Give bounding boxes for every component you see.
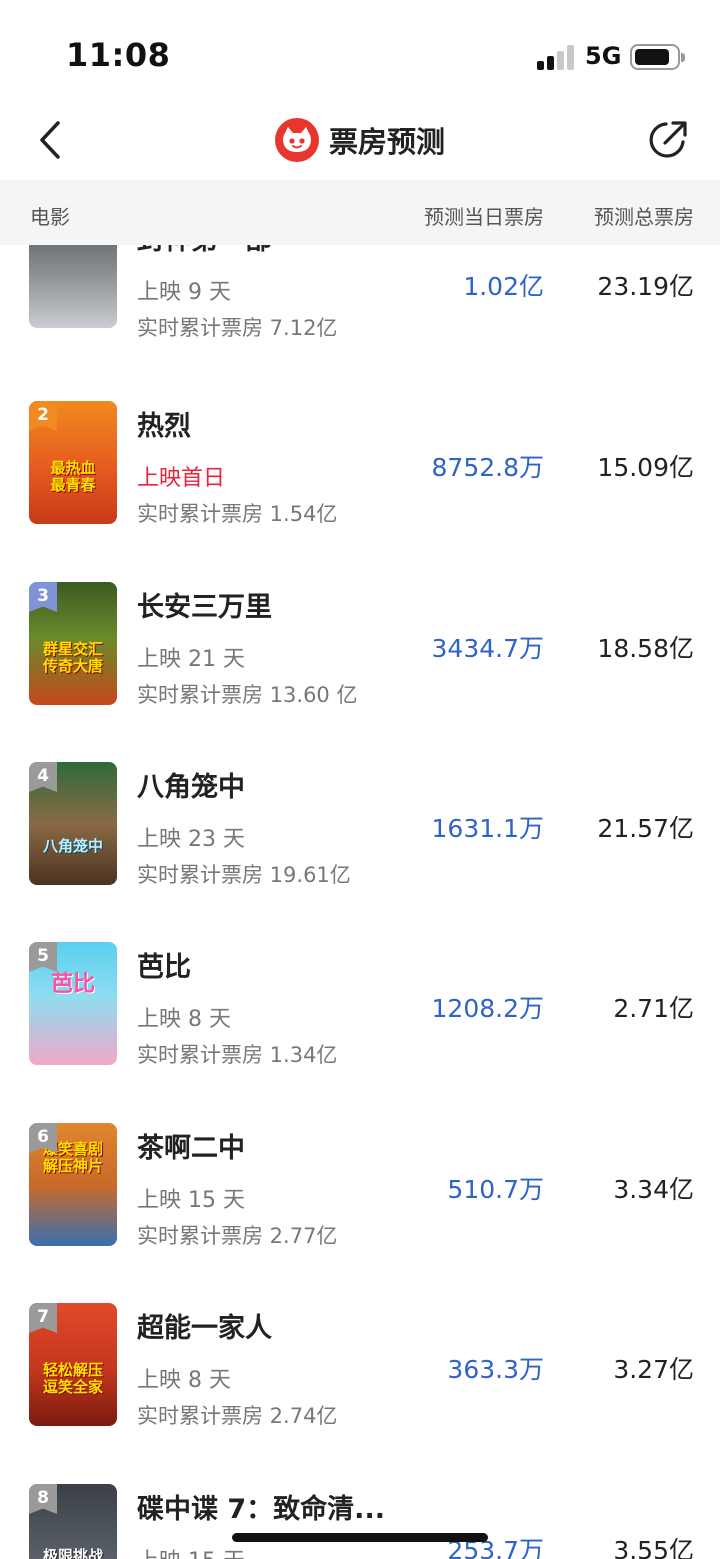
column-movie: 电影 (30, 205, 70, 229)
release-days: 上映 15 天 (137, 1188, 245, 1213)
movie-poster: 最热血 最青春 2 (29, 401, 117, 524)
daily-forecast: 8752.8万 (431, 453, 544, 482)
poster-tagline: 八角笼中 (42, 836, 103, 855)
movie-row[interactable]: 群星交汇 传奇大唐 3 长安三万里 上映 21 天 实时累计票房 13.60 亿… (0, 524, 720, 707)
signal-icon (537, 44, 577, 70)
movie-title: 茶啊二中 (137, 1133, 245, 1164)
page-title: 票房预测 (328, 125, 445, 159)
total-forecast: 2.71亿 (613, 994, 694, 1023)
column-daily-forecast: 预测当日票房 (424, 205, 544, 229)
movie-title: 芭比 (137, 952, 191, 983)
column-total-forecast: 预测总票房 (594, 205, 694, 229)
release-days: 上映首日 (137, 466, 226, 491)
movie-row[interactable]: 爆笑喜剧 解压神片 6 茶啊二中 上映 15 天 实时累计票房 2.77亿 51… (0, 1065, 720, 1248)
status-time: 11:08 (66, 36, 171, 74)
maoyan-cat-logo-icon (274, 118, 319, 162)
movie-title: 碟中谍 7：致命清... (137, 1494, 385, 1525)
network-label: 5G (585, 42, 622, 70)
daily-forecast: 510.7万 (447, 1175, 544, 1204)
total-forecast: 21.57亿 (597, 814, 694, 843)
daily-forecast: 1631.1万 (431, 814, 544, 843)
release-days: 上映 23 天 (137, 827, 245, 852)
total-forecast: 15.09亿 (597, 453, 694, 482)
daily-forecast: 1208.2万 (431, 994, 544, 1023)
movie-row[interactable]: 芭比 5 芭比 上映 8 天 实时累计票房 1.34亿 1208.2万 2.71… (0, 884, 720, 1067)
home-indicator[interactable] (232, 1533, 488, 1542)
movie-list: 1 封神第一部 上映 9 天 实时累计票房 7.12亿 1.02亿 23.19亿… (0, 245, 720, 1559)
movie-title: 八角笼中 (137, 772, 245, 803)
release-days: 上映 21 天 (137, 647, 245, 672)
share-icon (649, 121, 687, 158)
daily-forecast: 3434.7万 (431, 634, 544, 663)
column-header: 电影 预测当日票房 预测总票房 (0, 180, 720, 245)
total-forecast: 23.19亿 (597, 272, 694, 301)
movie-poster: 芭比 5 (29, 942, 117, 1065)
movie-title: 长安三万里 (137, 592, 272, 623)
daily-forecast: 363.3万 (447, 1355, 544, 1384)
movie-poster: 八角笼中 4 (29, 762, 117, 885)
daily-forecast: 1.02亿 (463, 272, 544, 301)
battery-icon (630, 44, 685, 70)
movie-row[interactable]: 轻松解压 逗笑全家 7 超能一家人 上映 8 天 实时累计票房 2.74亿 36… (0, 1245, 720, 1428)
poster-tagline: 群星交汇 传奇大唐 (42, 639, 103, 675)
movie-poster: 极限挑战 8 (29, 1484, 117, 1559)
total-forecast: 3.27亿 (613, 1355, 694, 1384)
release-days: 上映 9 天 (137, 280, 231, 305)
cumulative-box-office: 实时累计票房 7.12亿 (137, 316, 338, 340)
title-group: 票房预测 (0, 115, 720, 165)
release-days: 上映 8 天 (137, 1007, 231, 1032)
movie-row[interactable]: 1 封神第一部 上映 9 天 实时累计票房 7.12亿 1.02亿 23.19亿 (0, 245, 720, 342)
movie-title: 热烈 (137, 411, 191, 442)
movie-row[interactable]: 八角笼中 4 八角笼中 上映 23 天 实时累计票房 19.61亿 1631.1… (0, 704, 720, 887)
poster-tagline: 最热血 最青春 (50, 458, 96, 494)
poster-art (29, 245, 117, 328)
nav-bar: 票房预测 (0, 105, 720, 180)
poster-tagline: 极限挑战 (42, 1547, 103, 1559)
movie-title: 超能一家人 (137, 1313, 272, 1344)
release-days: 上映 15 天 (137, 1543, 245, 1559)
total-forecast: 18.58亿 (597, 634, 694, 663)
movie-poster: 爆笑喜剧 解压神片 6 (29, 1123, 117, 1246)
movie-row[interactable]: 最热血 最青春 2 热烈 上映首日 实时累计票房 1.54亿 8752.8万 1… (0, 343, 720, 526)
share-button[interactable] (643, 115, 693, 165)
total-forecast: 3.34亿 (613, 1175, 694, 1204)
poster-tagline: 轻松解压 逗笑全家 (42, 1360, 103, 1396)
poster-tagline: 芭比 (50, 972, 95, 997)
total-forecast: 3.55亿 (613, 1536, 694, 1559)
movie-poster: 1 (29, 245, 117, 328)
release-days: 上映 8 天 (137, 1368, 231, 1393)
movie-title: 封神第一部 (137, 245, 272, 257)
status-bar: 11:08 5G (0, 0, 720, 105)
movie-poster: 轻松解压 逗笑全家 7 (29, 1303, 117, 1426)
movie-poster: 群星交汇 传奇大唐 3 (29, 582, 117, 705)
